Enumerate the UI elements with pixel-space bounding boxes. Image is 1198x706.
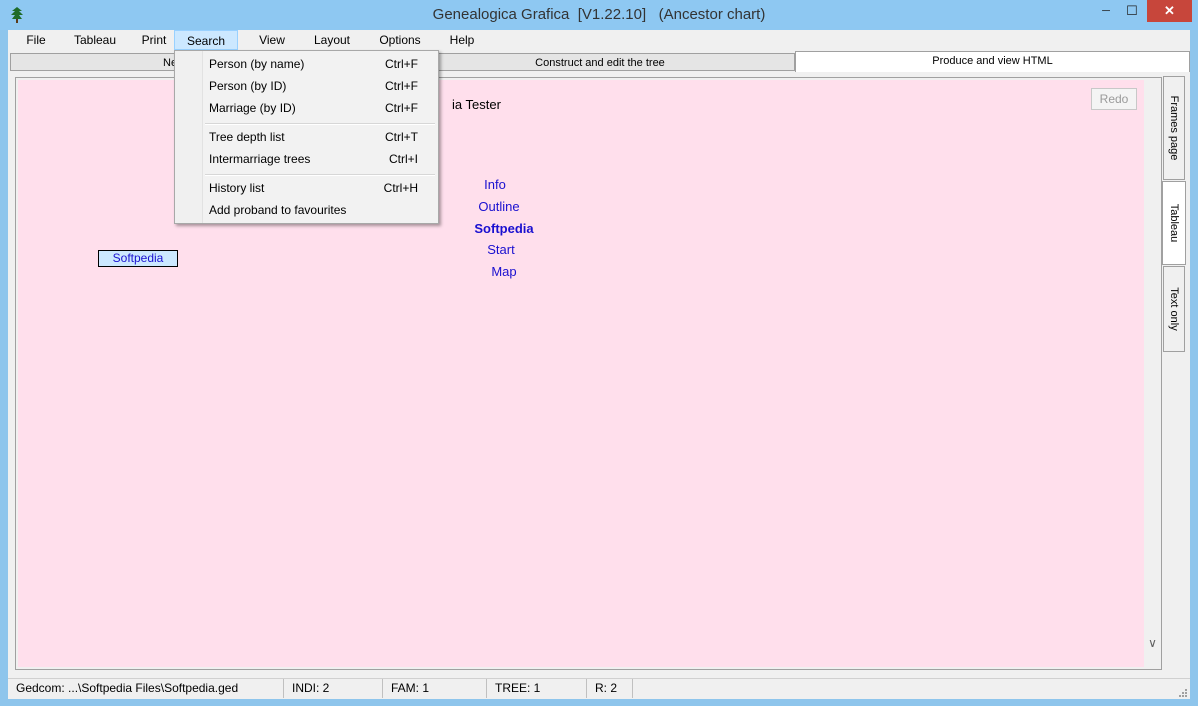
menu-separator — [205, 174, 435, 176]
sidetab-tableau[interactable]: Tableau — [1162, 181, 1186, 265]
maximize-icon: ☐ — [1126, 3, 1138, 18]
shortcut-tree-depth-list: Ctrl+T — [385, 130, 418, 144]
vertical-scrollbar[interactable] — [1144, 80, 1161, 667]
dropdown-icon-gutter — [175, 51, 203, 223]
status-fam: FAM: 1 — [383, 679, 487, 698]
status-indi: INDI: 2 — [284, 679, 383, 698]
link-info[interactable]: Info — [435, 177, 555, 192]
menu-search[interactable]: Search — [174, 30, 238, 50]
sidetab-text-only-label: Text only — [1168, 287, 1180, 331]
person-name: ia Tester — [452, 97, 501, 112]
shortcut-person-by-id: Ctrl+F — [385, 79, 418, 93]
menu-separator — [205, 123, 435, 125]
tab-produce-html[interactable]: Produce and view HTML — [795, 51, 1190, 72]
shortcut-history-list: Ctrl+H — [383, 181, 418, 195]
menu-help[interactable]: Help — [442, 30, 482, 50]
redo-button[interactable]: Redo — [1091, 88, 1137, 110]
menuitem-history-list[interactable]: History list — [209, 181, 264, 195]
shortcut-person-by-name: Ctrl+F — [385, 57, 418, 71]
sidetab-frames-page[interactable]: Frames page — [1163, 76, 1185, 180]
menuitem-person-by-name[interactable]: Person (by name) — [209, 57, 304, 71]
minimize-button[interactable]: ─ — [1093, 0, 1119, 22]
sidetab-frames-page-label: Frames page — [1168, 95, 1180, 161]
menuitem-intermarriage-trees[interactable]: Intermarriage trees — [209, 152, 310, 166]
menuitem-person-by-id[interactable]: Person (by ID) — [209, 79, 286, 93]
menu-view[interactable]: View — [250, 30, 294, 50]
menu-options[interactable]: Options — [370, 30, 430, 50]
link-map[interactable]: Map — [444, 264, 564, 279]
link-start[interactable]: Start — [441, 242, 561, 257]
menu-layout[interactable]: Layout — [306, 30, 358, 50]
status-gedcom: Gedcom: ...\Softpedia Files\Softpedia.ge… — [8, 679, 284, 698]
window-title: Genealogica Grafica [V1.22.10] (Ancestor… — [432, 6, 766, 23]
menuitem-tree-depth-list[interactable]: Tree depth list — [209, 130, 285, 144]
person-box[interactable]: Softpedia — [98, 250, 178, 267]
link-outline[interactable]: Outline — [439, 199, 559, 214]
minimize-icon: ─ — [1102, 5, 1110, 17]
maximize-button[interactable]: ☐ — [1119, 0, 1145, 22]
resize-grip-icon[interactable] — [1176, 688, 1188, 698]
scroll-down-icon[interactable]: ∨ — [1144, 636, 1161, 656]
menu-print[interactable]: Print — [134, 30, 174, 50]
tab-construct-edit[interactable]: Construct and edit the tree — [405, 53, 795, 71]
menu-tableau[interactable]: Tableau — [67, 30, 123, 50]
close-button[interactable]: ✕ — [1147, 0, 1192, 22]
status-r: R: 2 — [587, 679, 633, 698]
sidetab-tableau-label: Tableau — [1168, 203, 1180, 243]
menuitem-marriage-by-id[interactable]: Marriage (by ID) — [209, 101, 296, 115]
menu-file[interactable]: File — [18, 30, 54, 50]
shortcut-marriage-by-id: Ctrl+F — [385, 101, 418, 115]
link-softpedia[interactable]: Softpedia — [444, 221, 564, 236]
shortcut-intermarriage-trees: Ctrl+I — [388, 152, 418, 166]
status-tree: TREE: 1 — [487, 679, 587, 698]
sidetab-text-only[interactable]: Text only — [1163, 266, 1185, 352]
close-icon: ✕ — [1164, 3, 1175, 18]
menuitem-add-proband-to-favourites[interactable]: Add proband to favourites — [209, 203, 346, 217]
